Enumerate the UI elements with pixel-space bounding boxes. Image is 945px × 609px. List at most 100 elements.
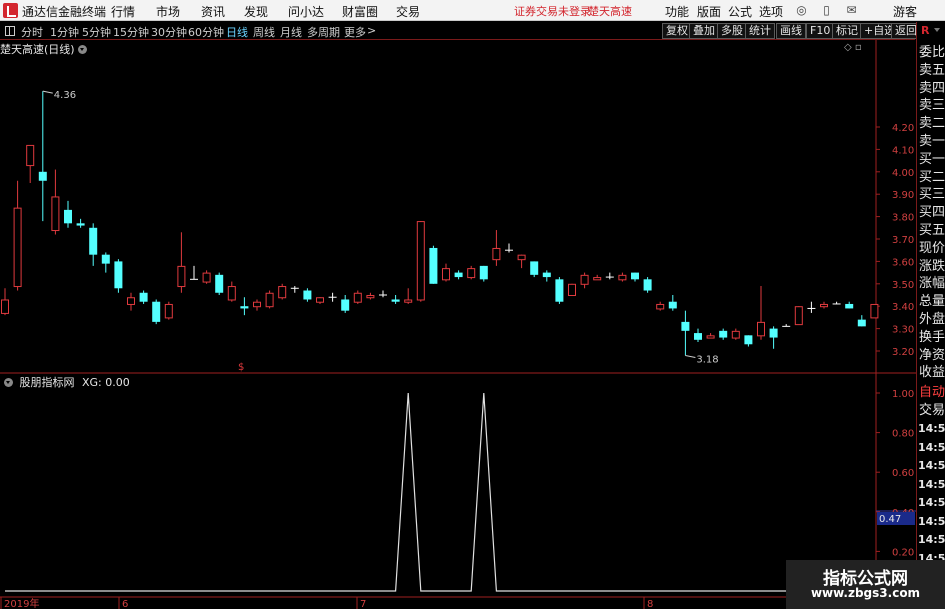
candle-body [265, 292, 274, 308]
indicator-name[interactable]: 股朋指标网 [20, 376, 75, 389]
candle-body [101, 254, 110, 264]
candle-body [757, 321, 765, 337]
candle [467, 265, 476, 280]
candle [190, 265, 198, 280]
quote-field-label: 涨跌 [919, 258, 945, 274]
indicator-series-value: XG: 0.00 [82, 376, 130, 389]
candle [404, 288, 413, 304]
main-chart-title[interactable]: 楚天高速(日线) [0, 43, 75, 56]
price-tick-label: 4.00 [892, 168, 914, 179]
candle [127, 292, 135, 311]
candle [505, 243, 513, 253]
candle [668, 295, 677, 311]
candle-body [341, 299, 350, 311]
candle-body [580, 274, 589, 285]
price-tick-label: 4.10 [892, 145, 914, 156]
price-tick-label: 3.80 [892, 213, 914, 224]
candle-body [26, 144, 35, 167]
candle [857, 315, 866, 327]
candle-body [618, 274, 627, 281]
candle-body [530, 261, 539, 275]
candle [605, 272, 614, 280]
tick-time: 14:56 [918, 533, 945, 546]
candle-body [366, 295, 375, 299]
candle [391, 295, 400, 304]
indicator-header: 股朋指标网 XG: 0.00 [0, 374, 130, 390]
chevron-down-icon[interactable] [78, 45, 88, 54]
candle [681, 310, 690, 356]
candle-body [668, 301, 677, 309]
high-price-label: 4.36 [54, 90, 76, 101]
candle-body [542, 272, 551, 278]
candle [845, 301, 854, 309]
candle [744, 335, 753, 347]
sidebar-r-label[interactable]: R [921, 24, 929, 37]
auto-trade-label[interactable]: 自动 [919, 384, 945, 401]
site-watermark: 指标公式网 www.zbgs3.com [786, 560, 945, 609]
candle [265, 290, 274, 309]
candle [769, 326, 778, 349]
kline-chart[interactable]: 4.20 4.10 4.00 3.90 3.80 3.70 3.60 3.50 3.40 3.30… [0, 0, 916, 609]
time-tick-label: 2019年 [4, 597, 39, 609]
candle [782, 324, 791, 327]
quote-field-label: 净资 [919, 347, 945, 363]
candle-body [404, 299, 413, 303]
indicator-tick-label: 0.20 [892, 547, 914, 558]
quote-field-label: 买一 [919, 151, 945, 167]
candle-body [278, 286, 287, 299]
candle-body [568, 283, 576, 296]
price-tick-label: 3.40 [892, 302, 914, 313]
high-price-pointer [42, 90, 53, 94]
candle [139, 290, 148, 304]
candle-body [152, 301, 161, 322]
candle-body [177, 265, 186, 288]
indicator-xg-line [5, 392, 875, 592]
candle [454, 270, 463, 280]
chart-options-icons[interactable]: ◇ ▫ [844, 42, 862, 53]
candle-body [215, 274, 224, 293]
tick-time: 14:56 [918, 459, 945, 472]
candle-body [316, 297, 324, 303]
tick-time: 14:56 [918, 514, 945, 528]
candle [442, 263, 450, 282]
price-tick-label: 3.30 [892, 325, 914, 336]
triangle-down-icon[interactable] [934, 28, 940, 32]
candle [341, 295, 350, 313]
candle [416, 221, 425, 302]
candle [215, 272, 224, 295]
candle-body [227, 286, 236, 301]
price-tick-label: 3.90 [892, 190, 914, 201]
candle [177, 232, 186, 293]
candle-body [517, 254, 526, 261]
price-tick-label: 3.70 [892, 235, 914, 246]
quote-field-label: 涨幅 [919, 276, 945, 292]
candle [694, 328, 702, 343]
quote-field-label: 卖一 [919, 134, 945, 149]
candle-body [820, 303, 828, 308]
candle-body [1, 299, 9, 314]
candle-body [253, 301, 261, 308]
chevron-down-icon[interactable] [4, 378, 13, 387]
candle-body [38, 171, 47, 181]
quote-field-label: 卖三 [919, 98, 945, 114]
candle [76, 218, 85, 228]
candle-body [656, 303, 665, 310]
candle-body [643, 279, 652, 291]
candle-body [706, 335, 715, 339]
time-tick-label: 7 [360, 599, 366, 609]
candle [479, 265, 488, 282]
candle-body [845, 303, 854, 309]
indicator-tick-label: 1.00 [892, 389, 914, 400]
candle [580, 272, 589, 289]
candle [731, 328, 740, 340]
time-tick-label: 8 [647, 599, 653, 609]
candle [152, 299, 161, 325]
candle-body [467, 268, 476, 279]
quote-field-label: 卖五 [919, 62, 945, 78]
candle-body [202, 272, 211, 283]
candle-body [719, 330, 728, 338]
candle-body [454, 272, 463, 278]
low-price-pointer [685, 354, 696, 358]
candle [631, 272, 639, 282]
candle [253, 299, 261, 311]
